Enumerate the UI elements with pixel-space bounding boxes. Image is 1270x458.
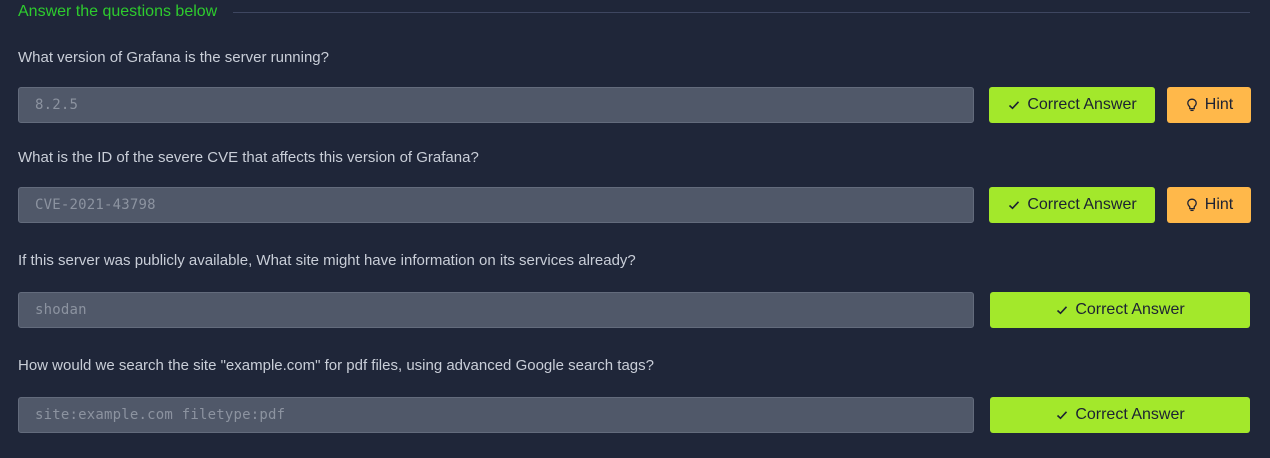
question-4-correct-answer-label: Correct Answer bbox=[1075, 406, 1185, 423]
section-title: Answer the questions below bbox=[18, 3, 218, 20]
question-1-correct-answer-button[interactable]: Correct Answer bbox=[989, 87, 1155, 123]
question-4: How would we search the site "example.co… bbox=[18, 356, 1250, 433]
question-1: What version of Grafana is the server ru… bbox=[18, 48, 1251, 123]
question-2-correct-answer-button[interactable]: Correct Answer bbox=[989, 187, 1155, 223]
question-1-answer-row: 8.2.5 Correct Answer Hint bbox=[18, 87, 1251, 123]
section-header: Answer the questions below bbox=[18, 0, 1250, 24]
question-3-correct-answer-button[interactable]: Correct Answer bbox=[990, 292, 1250, 328]
check-icon bbox=[1007, 98, 1021, 112]
lightbulb-icon bbox=[1185, 98, 1199, 112]
check-icon bbox=[1055, 408, 1069, 422]
check-icon bbox=[1055, 303, 1069, 317]
question-4-answer-field[interactable]: site:example.com filetype:pdf bbox=[18, 397, 974, 433]
question-4-correct-answer-button[interactable]: Correct Answer bbox=[990, 397, 1250, 433]
question-2-answer-row: CVE-2021-43798 Correct Answer Hint bbox=[18, 187, 1251, 223]
question-3-answer-field[interactable]: shodan bbox=[18, 292, 974, 328]
question-2-text: What is the ID of the severe CVE that af… bbox=[18, 149, 479, 166]
question-4-answer-row: site:example.com filetype:pdf Correct An… bbox=[18, 397, 1250, 433]
question-2-hint-button[interactable]: Hint bbox=[1167, 187, 1251, 223]
question-3-correct-answer-label: Correct Answer bbox=[1075, 301, 1185, 318]
question-1-hint-label: Hint bbox=[1204, 96, 1234, 113]
question-3: If this server was publicly available, W… bbox=[18, 251, 1250, 328]
question-1-text: What version of Grafana is the server ru… bbox=[18, 49, 329, 66]
section-divider bbox=[233, 11, 1250, 13]
question-3-answer-row: shodan Correct Answer bbox=[18, 292, 1250, 328]
lightbulb-icon bbox=[1185, 198, 1199, 212]
question-4-text: How would we search the site "example.co… bbox=[18, 357, 654, 374]
question-1-answer-field[interactable]: 8.2.5 bbox=[18, 87, 974, 123]
question-2-correct-answer-label: Correct Answer bbox=[1027, 196, 1137, 213]
question-1-hint-button[interactable]: Hint bbox=[1167, 87, 1251, 123]
question-2-hint-label: Hint bbox=[1204, 196, 1234, 213]
question-2-answer-field[interactable]: CVE-2021-43798 bbox=[18, 187, 974, 223]
question-1-correct-answer-label: Correct Answer bbox=[1027, 96, 1137, 113]
check-icon bbox=[1007, 198, 1021, 212]
question-3-text: If this server was publicly available, W… bbox=[18, 252, 636, 269]
question-2: What is the ID of the severe CVE that af… bbox=[18, 148, 1251, 223]
answer-section: Answer the questions below What version … bbox=[0, 0, 1270, 458]
